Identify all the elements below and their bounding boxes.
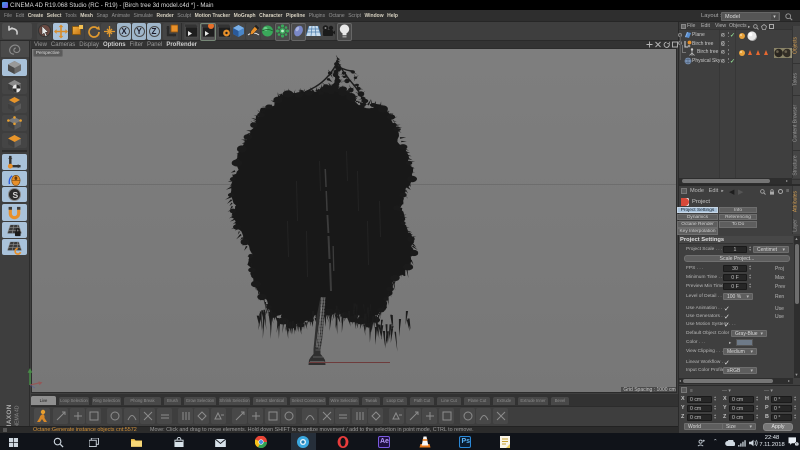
svg-text:1: 1 xyxy=(796,443,798,447)
